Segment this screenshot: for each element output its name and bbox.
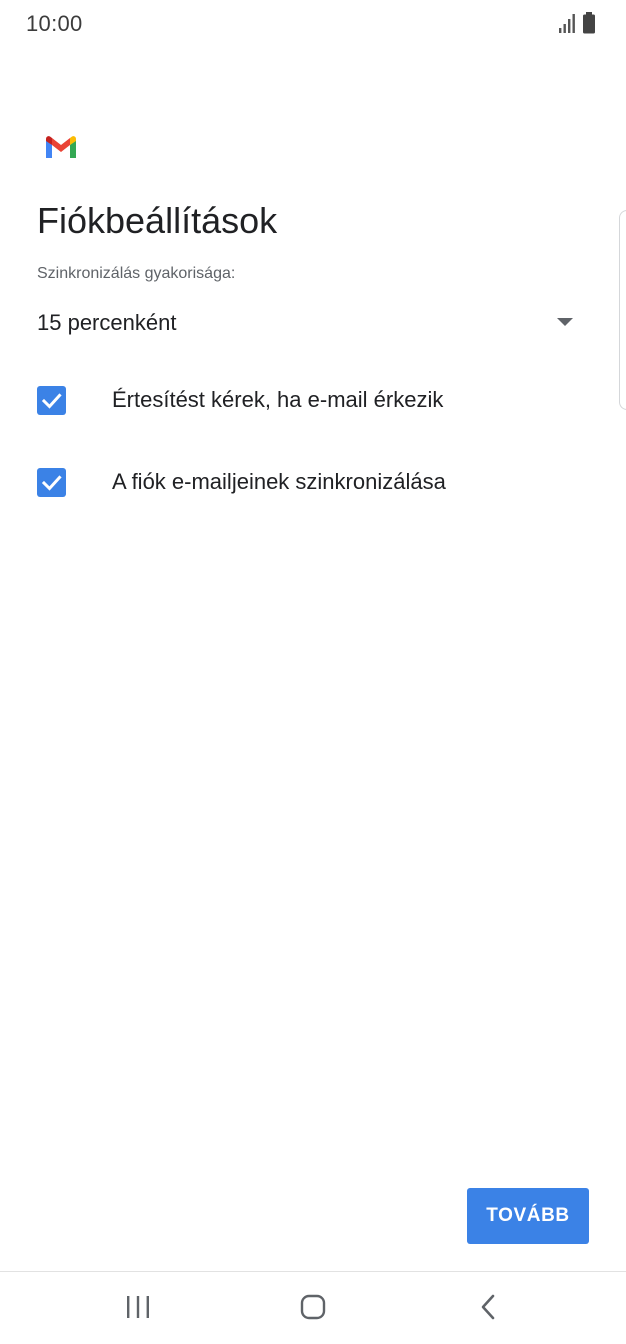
checkmark-icon <box>41 393 62 409</box>
sync-emails-option-label: A fiók e-mailjeinek szinkronizálása <box>112 469 446 494</box>
notify-option-label: Értesítést kérek, ha e-mail érkezik <box>112 387 444 412</box>
sync-frequency-value: 15 percenként <box>37 310 177 335</box>
checkmark-icon <box>41 475 62 491</box>
signal-icon <box>559 14 575 33</box>
status-bar: 10:00 <box>0 0 626 48</box>
recent-apps-icon <box>127 1296 149 1318</box>
sync-emails-checkbox[interactable] <box>37 468 66 497</box>
gmail-logo <box>46 136 76 158</box>
battery-icon <box>583 12 595 34</box>
sync-frequency-dropdown[interactable]: 15 percenként <box>28 298 588 348</box>
home-icon <box>300 1294 326 1320</box>
status-time: 10:00 <box>26 11 83 36</box>
notify-option[interactable]: Értesítést kérek, ha e-mail érkezik <box>22 372 582 432</box>
sync-emails-option[interactable]: A fiók e-mailjeinek szinkronizálása <box>22 454 582 514</box>
notify-checkbox[interactable] <box>37 386 66 415</box>
scroll-indicator[interactable] <box>619 210 626 410</box>
sync-frequency-label: Szinkronizálás gyakorisága: <box>37 265 236 282</box>
back-icon <box>481 1294 495 1320</box>
next-button[interactable]: TOVÁBB <box>467 1188 589 1244</box>
screen: 10:00 Fiókbeállítások Szinkronizálás gya… <box>0 0 626 1344</box>
home-button[interactable] <box>283 1290 343 1326</box>
status-icons <box>558 12 602 34</box>
navigation-bar <box>0 1272 626 1344</box>
back-button[interactable] <box>458 1290 518 1326</box>
dropdown-arrow-icon <box>557 318 573 326</box>
page-title: Fiókbeállítások <box>37 200 278 241</box>
recent-apps-button[interactable] <box>108 1290 168 1326</box>
